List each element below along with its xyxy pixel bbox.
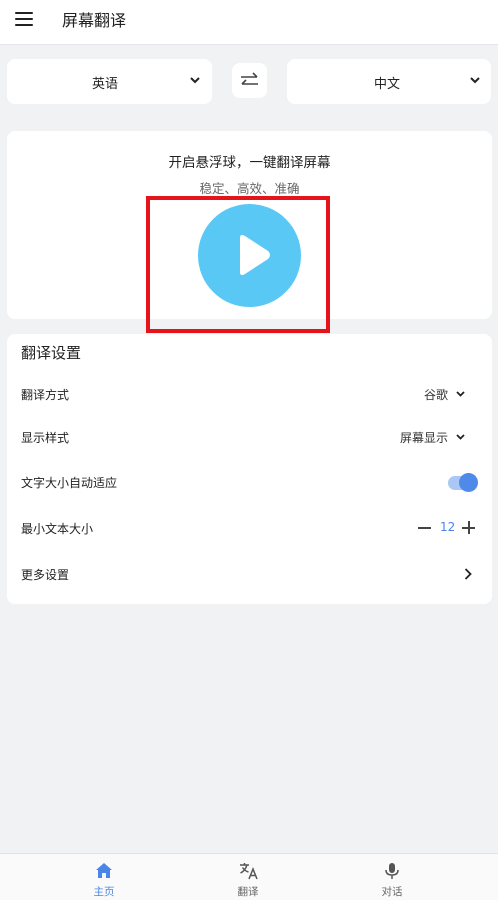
translation-settings-card: 翻译设置 翻译方式 谷歌 显示样式 屏幕显示 文字大小自动适应 最小文本大小 1… — [7, 334, 492, 604]
play-icon — [240, 234, 270, 276]
nav-item-home[interactable]: 主页 — [64, 854, 144, 900]
display-style-value: 屏幕显示 — [400, 431, 449, 445]
target-language-label: 中文 — [374, 77, 401, 92]
nav-item-conversation[interactable]: 对话 — [352, 854, 432, 900]
auto-font-size-row: 文字大小自动适应 — [7, 462, 492, 502]
swap-arrows-icon — [241, 72, 258, 85]
more-settings-row[interactable]: 更多设置 — [7, 554, 492, 594]
auto-font-size-toggle[interactable] — [448, 473, 478, 492]
chevron-down-icon — [190, 77, 200, 84]
bottom-navigation: 主页 翻译 对话 — [0, 853, 498, 900]
source-language-select[interactable]: 英语 — [7, 59, 212, 104]
toggle-knob — [459, 473, 478, 492]
floating-ball-subtitle: 稳定、高效、准确 — [199, 181, 300, 196]
more-settings-label: 更多设置 — [21, 568, 70, 582]
display-style-label: 显示样式 — [21, 431, 70, 445]
swap-languages-button[interactable] — [232, 63, 267, 98]
translate-method-label: 翻译方式 — [21, 388, 70, 402]
chevron-down-icon — [456, 434, 465, 440]
decrease-button[interactable] — [418, 527, 431, 529]
home-icon — [96, 863, 112, 878]
chevron-right-icon — [464, 568, 472, 580]
target-language-select[interactable]: 中文 — [287, 59, 491, 104]
menu-icon[interactable] — [15, 12, 33, 26]
translate-method-value: 谷歌 — [424, 388, 449, 402]
nav-label-home: 主页 — [93, 886, 115, 898]
nav-item-translate[interactable]: 翻译 — [208, 854, 288, 900]
floating-ball-title: 开启悬浮球，一键翻译屏幕 — [168, 155, 331, 171]
app-bar: 屏幕翻译 — [0, 0, 498, 45]
microphone-icon — [385, 863, 399, 879]
nav-label-translate: 翻译 — [237, 886, 259, 898]
min-text-size-row: 最小文本大小 12 — [7, 508, 492, 548]
page-title: 屏幕翻译 — [62, 11, 127, 30]
translate-method-row[interactable]: 翻译方式 谷歌 — [7, 374, 492, 414]
floating-ball-card: 开启悬浮球，一键翻译屏幕 稳定、高效、准确 — [7, 131, 492, 319]
increase-button[interactable] — [462, 521, 475, 534]
chevron-down-icon — [456, 391, 465, 397]
translate-icon — [240, 863, 258, 880]
chevron-down-icon — [470, 77, 480, 84]
display-style-row[interactable]: 显示样式 屏幕显示 — [7, 417, 492, 457]
start-floating-ball-button[interactable] — [198, 204, 301, 307]
min-text-size-value: 12 — [440, 520, 456, 534]
min-text-size-label: 最小文本大小 — [21, 522, 94, 536]
source-language-label: 英语 — [92, 77, 119, 92]
nav-label-conversation: 对话 — [381, 886, 403, 898]
settings-title: 翻译设置 — [21, 344, 82, 362]
auto-font-size-label: 文字大小自动适应 — [21, 476, 118, 490]
